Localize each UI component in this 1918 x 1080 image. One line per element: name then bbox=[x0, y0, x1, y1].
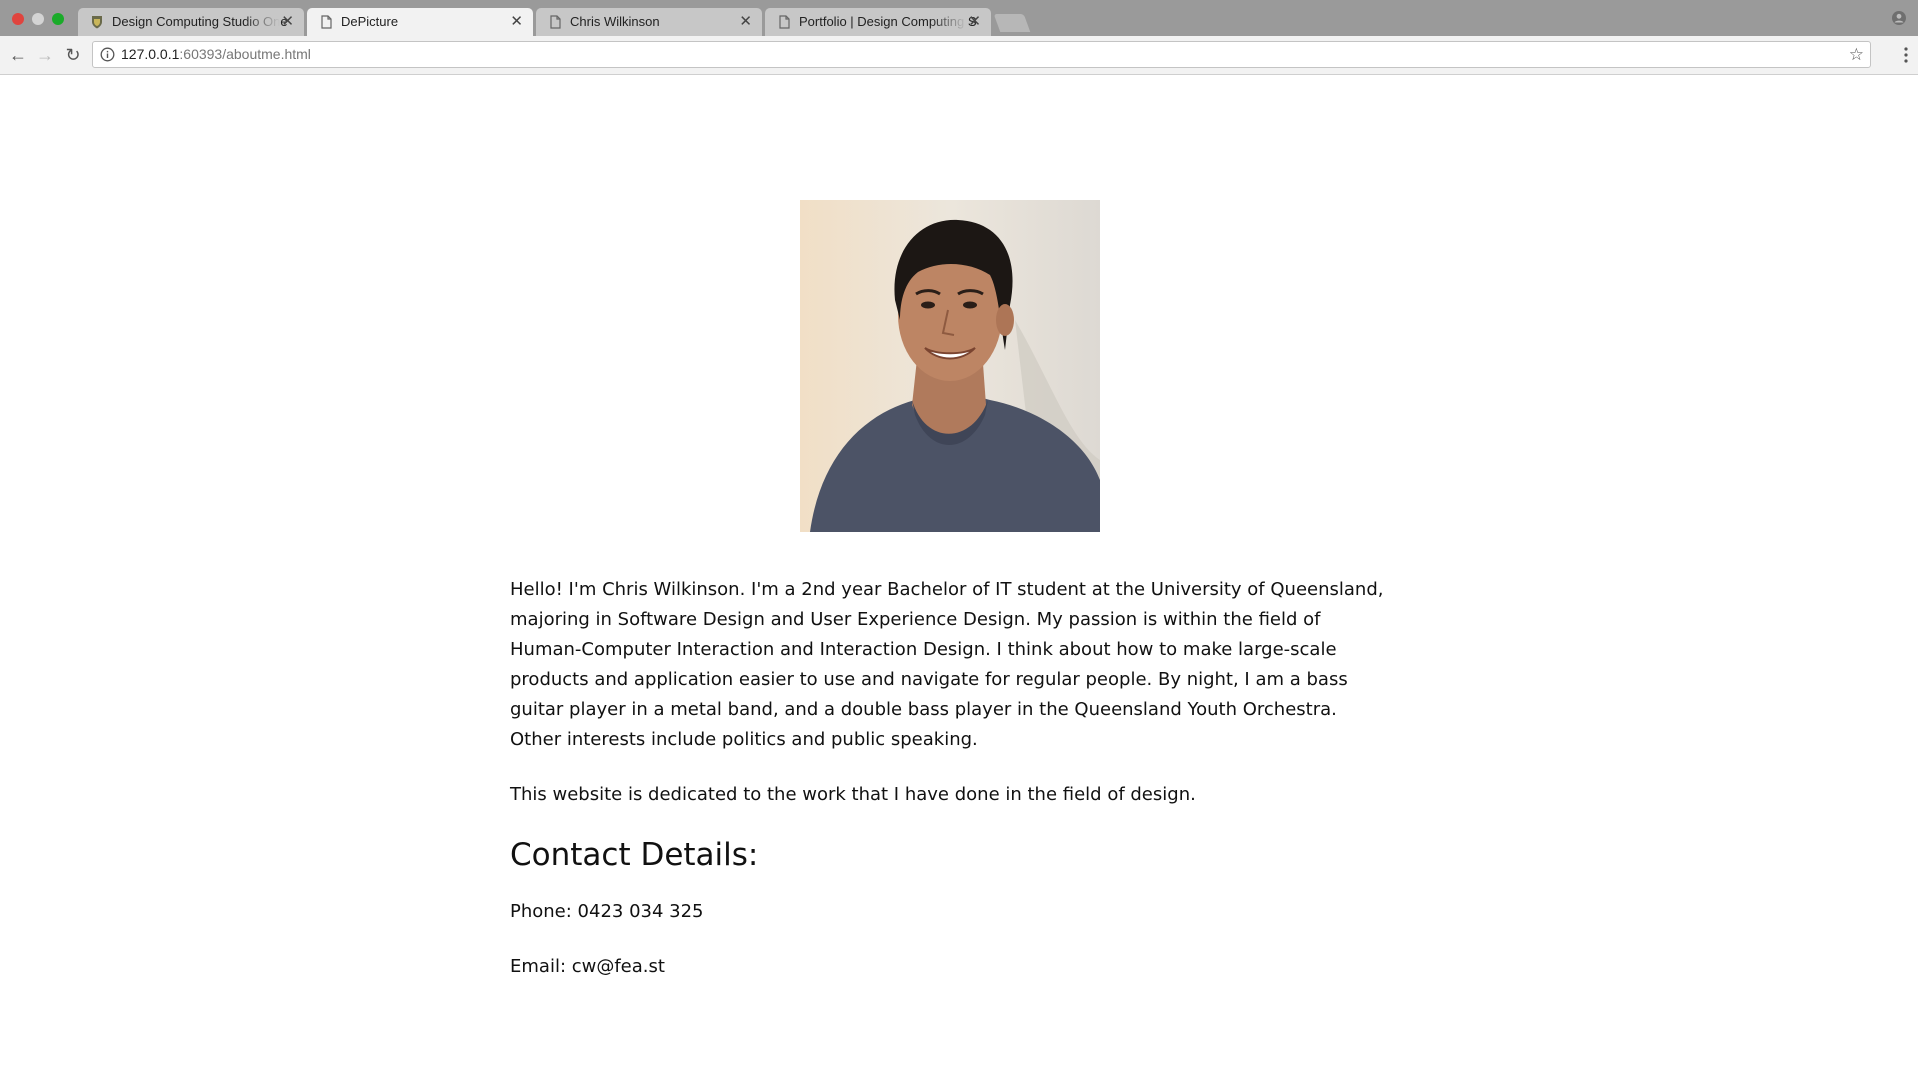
tab-strip: Design Computing Studio One ✕ DePicture … bbox=[0, 0, 1918, 37]
more-menu-icon[interactable] bbox=[1904, 45, 1908, 65]
url-path: :60393/aboutme.html bbox=[179, 46, 311, 62]
phone-text: Phone: 0423 034 325 bbox=[510, 901, 704, 922]
profile-icon[interactable] bbox=[1892, 11, 1906, 25]
close-window-button[interactable] bbox=[12, 13, 24, 25]
tab-label: DePicture bbox=[341, 14, 399, 29]
close-tab-icon[interactable]: ✕ bbox=[510, 8, 523, 36]
tab-fade bbox=[244, 8, 280, 36]
tab-fade bbox=[931, 8, 967, 36]
page-icon bbox=[321, 15, 332, 29]
about-section: Hello! I'm Chris Wilkinson. I'm a 2nd ye… bbox=[510, 575, 1390, 1007]
close-tab-icon[interactable]: ✕ bbox=[739, 8, 752, 36]
bio-paragraph: Hello! I'm Chris Wilkinson. I'm a 2nd ye… bbox=[510, 579, 1384, 750]
browser-toolbar: ← → ↻ 127.0.0.1:60393/aboutme.html ☆ bbox=[0, 36, 1918, 75]
bookmark-star-icon[interactable]: ☆ bbox=[1849, 45, 1864, 65]
profile-photo bbox=[800, 200, 1100, 532]
address-bar[interactable]: 127.0.0.1:60393/aboutme.html ☆ bbox=[92, 41, 1871, 68]
close-tab-icon[interactable]: ✕ bbox=[281, 8, 294, 36]
tab-label: Chris Wilkinson bbox=[570, 14, 660, 29]
tab-chris-wilkinson[interactable]: Chris Wilkinson ✕ bbox=[536, 8, 762, 36]
info-icon[interactable] bbox=[100, 47, 115, 62]
tab-design-computing-studio[interactable]: Design Computing Studio One ✕ bbox=[78, 8, 304, 36]
contact-heading: Contact Details: bbox=[510, 837, 759, 873]
tab-portfolio[interactable]: Portfolio | Design Computing S ✕ bbox=[765, 8, 991, 36]
maximize-window-button[interactable] bbox=[52, 13, 64, 25]
new-tab-button[interactable] bbox=[993, 14, 1031, 32]
minimize-window-button[interactable] bbox=[32, 13, 44, 25]
dedication-paragraph: This website is dedicated to the work th… bbox=[510, 784, 1196, 805]
page-icon bbox=[550, 15, 561, 29]
back-arrow-icon[interactable]: ← bbox=[8, 45, 28, 65]
crest-icon bbox=[92, 16, 102, 29]
tab-depicture[interactable]: DePicture ✕ bbox=[307, 8, 533, 37]
reload-icon[interactable]: ↻ bbox=[63, 45, 83, 65]
email-text: Email: cw@fea.st bbox=[510, 956, 665, 977]
forward-arrow-icon[interactable]: → bbox=[35, 45, 55, 65]
close-tab-icon[interactable]: ✕ bbox=[968, 8, 981, 36]
url-host: 127.0.0.1 bbox=[121, 46, 180, 62]
page-icon bbox=[779, 15, 790, 29]
url-text[interactable]: 127.0.0.1:60393/aboutme.html bbox=[121, 42, 311, 67]
